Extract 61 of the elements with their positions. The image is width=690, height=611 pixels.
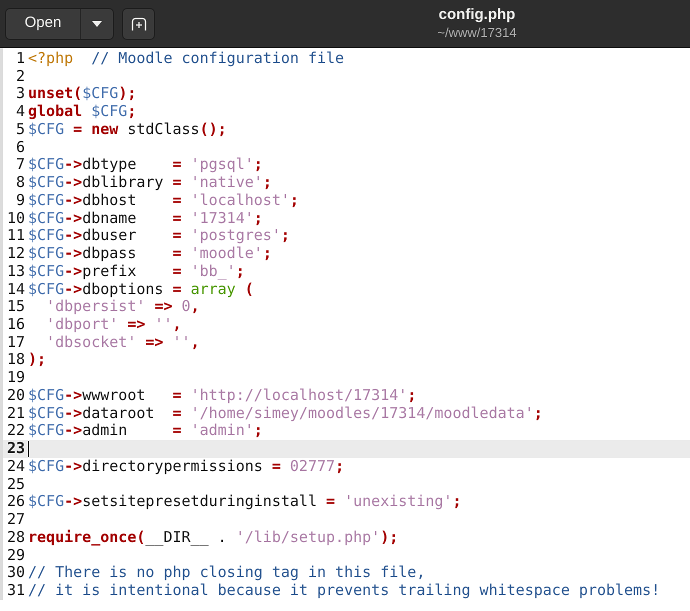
line-number: 14: [6, 280, 25, 298]
code-line: $CFG->dbuser = 'postgres';: [27, 227, 290, 246]
line-number: 2: [14, 68, 25, 86]
code-line: 'dbport' => '',: [45, 316, 182, 334]
line-number: 31: [6, 582, 25, 600]
line-number: 29: [6, 546, 25, 564]
line-number: 9: [14, 192, 25, 210]
code-line: $CFG->directorypermissions = 02777;: [27, 458, 344, 476]
line-number: 27: [6, 511, 25, 529]
line-number: 15: [6, 298, 25, 316]
code-line: $CFG->wwwroot = 'http://localhost/17314';: [27, 386, 416, 405]
line-number: 13: [6, 262, 25, 281]
code-line: );: [27, 351, 46, 370]
line-number: 21: [6, 404, 25, 422]
line-number: 22: [6, 422, 25, 440]
code-line: // There is no php closing tag in this file,: [27, 564, 426, 582]
new-tab-icon: [130, 16, 146, 30]
code-line: $CFG->dblibrary = 'native';: [27, 174, 272, 192]
line-number: 11: [6, 227, 25, 246]
line-number: 18: [6, 351, 25, 370]
window-subtitle: ~/www/17314: [437, 24, 517, 41]
line-number: 1: [14, 50, 25, 68]
line-number: 8: [14, 174, 25, 192]
code-line: 'dbsocket' => '',: [45, 334, 200, 352]
line-number: 26: [6, 493, 25, 512]
line-number: 3: [14, 85, 25, 104]
line-number: 4: [14, 103, 25, 121]
line-number: 30: [6, 564, 25, 582]
line-number: 20: [6, 386, 25, 405]
line-number: 5: [14, 120, 25, 139]
line-number: 28: [6, 528, 25, 547]
code-line: $CFG->prefix = 'bb_';: [27, 262, 245, 281]
code-line: 'dbpersist' => 0,: [45, 298, 200, 316]
line-number: 24: [6, 458, 25, 476]
code-line: $CFG->dboptions = array (: [27, 280, 254, 298]
line-number: 25: [6, 476, 25, 494]
code-line: // it is intentional because it prevents trailing whitespace problems!: [27, 582, 660, 600]
line-number: 23: [6, 440, 25, 458]
line-number: 19: [6, 369, 25, 387]
line-number: 6: [14, 138, 25, 156]
line-number: 16: [6, 316, 25, 334]
code-line: $CFG->setsitepresetduringinstall = 'unexisting';: [27, 493, 462, 512]
line-number: 10: [6, 210, 25, 228]
new-tab-button[interactable]: [122, 8, 155, 40]
line-number: 17: [6, 334, 25, 352]
code-line: require_once(__DIR__ . '/lib/setup.php');: [27, 528, 398, 547]
code-line: $CFG->dbtype = 'pgsql';: [27, 156, 263, 174]
window-title: config.php: [438, 6, 516, 25]
code-line: unset($CFG);: [27, 85, 136, 104]
code-line: $CFG->dbhost = 'localhost';: [27, 192, 299, 210]
code-line: $CFG->admin = 'admin';: [27, 422, 263, 440]
code-line: <?php // Moodle configuration file: [27, 50, 344, 68]
line-number: 7: [14, 156, 25, 174]
code-line: $CFG->dbname = '17314';: [27, 210, 263, 228]
text-cursor: [28, 441, 29, 458]
code-line: $CFG->dbpass = 'moodle';: [27, 245, 272, 263]
caret-icon: [92, 20, 102, 26]
line-number: 12: [6, 245, 25, 263]
code-line: $CFG = new stdClass();: [27, 120, 227, 139]
code-line: $CFG->dataroot = '/home/simey/moodles/17314/moodledata';: [27, 404, 543, 422]
code-line: global $CFG;: [27, 103, 136, 121]
